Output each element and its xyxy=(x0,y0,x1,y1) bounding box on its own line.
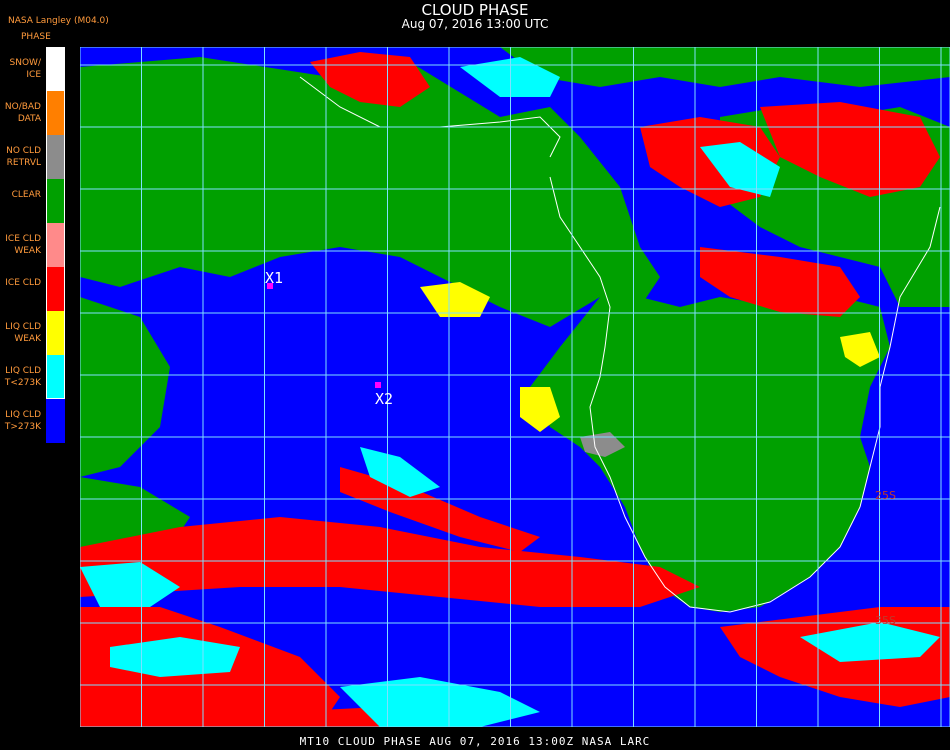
legend-swatch xyxy=(46,399,65,443)
legend-item: ICE CLD WEAK xyxy=(0,223,66,267)
legend-item-label: NO/BAD DATA xyxy=(4,102,41,124)
legend-item-label: ICE CLD xyxy=(5,278,41,288)
legend-item-label: SNOW/ ICE xyxy=(9,58,41,80)
legend-swatch xyxy=(46,135,65,179)
legend-item: NO CLD RETRVL xyxy=(0,135,66,179)
map-datetime: Aug 07, 2016 13:00 UTC xyxy=(401,17,549,31)
legend-swatch xyxy=(46,267,65,311)
legend-item: SNOW/ ICE xyxy=(0,47,66,91)
legend-item-label: NO CLD RETRVL xyxy=(6,146,41,168)
legend-swatch xyxy=(46,355,65,399)
lat-label-25s: 25S xyxy=(875,489,896,502)
marker-x1-label: X1 xyxy=(265,269,283,287)
legend-item-label: LIQ CLD WEAK xyxy=(5,322,41,344)
cloud-phase-map: 25S 35S X1 X2 xyxy=(80,47,950,727)
legend-swatch xyxy=(46,47,65,91)
legend-swatch xyxy=(46,179,65,223)
legend-item: CLEAR xyxy=(0,179,66,223)
footer-caption: MT10 CLOUD PHASE AUG 07, 2016 13:00Z NAS… xyxy=(299,735,651,748)
legend-item: NO/BAD DATA xyxy=(0,91,66,135)
legend-item-label: LIQ CLD T<273K xyxy=(4,366,41,388)
legend-item-label: CLEAR xyxy=(11,190,41,200)
legend-swatch xyxy=(46,311,65,355)
legend-item: LIQ CLD T>273K xyxy=(0,399,66,443)
legend-item-label: ICE CLD WEAK xyxy=(5,234,41,256)
lat-label-35s: 35S xyxy=(875,614,896,627)
phase-legend: SNOW/ ICE NO/BAD DATA NO CLD RETRVL CLEAR IC… xyxy=(0,47,66,443)
legend-item: LIQ CLD WEAK xyxy=(0,311,66,355)
legend-item: ICE CLD xyxy=(0,267,66,311)
cloud-phase-viewer: { "header": { "title": "CLOUD PHASE", "d… xyxy=(0,0,950,750)
data-source-label: NASA Langley (M04.0) xyxy=(8,16,109,26)
region-clear-ne xyxy=(500,47,950,87)
marker-x2-label: X2 xyxy=(375,390,393,408)
legend-item: LIQ CLD T<273K xyxy=(0,355,66,399)
legend-swatch xyxy=(46,223,65,267)
marker-x2-point xyxy=(375,382,381,388)
legend-swatch xyxy=(46,91,65,135)
legend-title: PHASE xyxy=(21,32,51,42)
legend-item-label: LIQ CLD T>273K xyxy=(4,410,41,432)
